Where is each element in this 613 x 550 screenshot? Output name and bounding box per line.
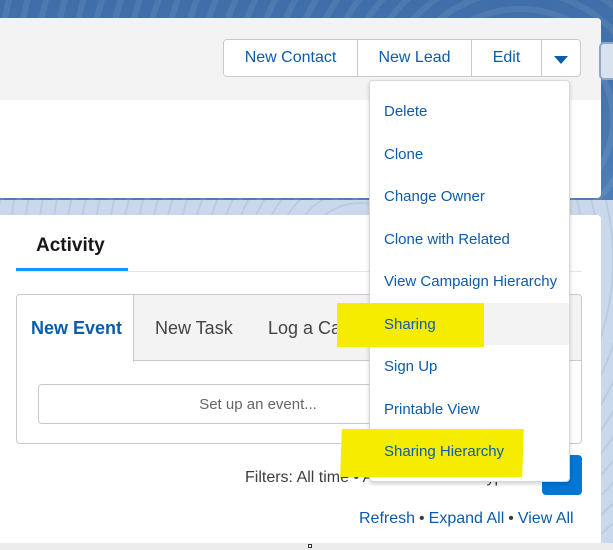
menu-item-sharing[interactable]: Sharing [370,303,569,345]
menu-item-sharing-hierarchy[interactable]: Sharing Hierarchy [370,430,569,472]
activity-links: Refresh • Expand All • View All [359,510,574,528]
tab-activity[interactable]: Activity [36,235,105,257]
page-footer-strip [0,543,613,550]
chevron-down-icon [554,55,568,64]
resize-handle[interactable] [308,544,312,548]
link-separator: • [419,510,425,527]
tab-new-event[interactable]: New Event [17,295,134,362]
menu-item-sign-up[interactable]: Sign Up [370,345,569,387]
edit-button[interactable]: Edit [472,40,542,76]
more-actions-button[interactable] [542,40,580,76]
new-lead-button[interactable]: New Lead [358,40,472,76]
view-all-link[interactable]: View All [518,510,574,527]
new-contact-button[interactable]: New Contact [224,40,358,76]
tab-new-task[interactable]: New Task [155,295,233,361]
menu-item-printable-view[interactable]: Printable View [370,388,569,430]
menu-label-layer: Sharing Sign Up Printable View Sharing H… [369,80,570,482]
link-separator: • [508,510,514,527]
refresh-link[interactable]: Refresh [359,510,415,527]
expand-all-link[interactable]: Expand All [429,510,505,527]
action-button-group: New Contact New Lead Edit [223,39,581,77]
side-panel-handle[interactable] [599,42,613,80]
